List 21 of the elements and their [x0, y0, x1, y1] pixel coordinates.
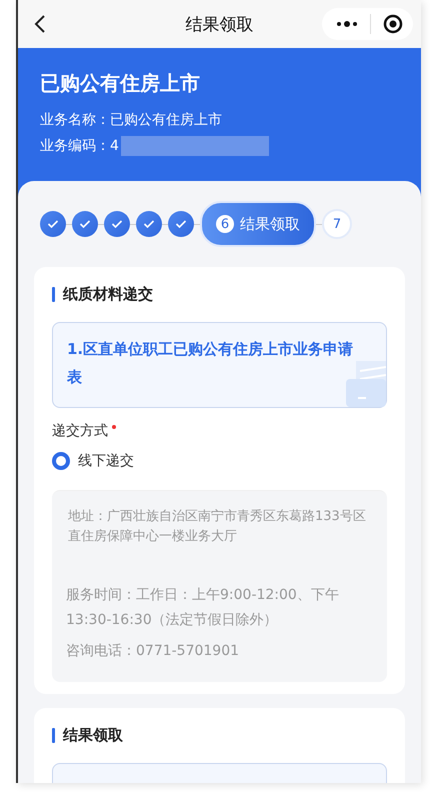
- name-label: 业务名称：: [40, 111, 110, 130]
- name-value: 已购公有住房上市: [110, 111, 222, 130]
- step-number: 7: [332, 216, 342, 232]
- address-text: 地址：广西壮族自治区南宁市青秀区东葛路133号区直住房保障中心一楼业务大厅: [67, 508, 367, 546]
- hours-text: 服务时间：工作日：上午9:00-12:00、下午13:30-16:30（法定节假日除外）: [66, 586, 340, 630]
- back-icon[interactable]: [34, 14, 46, 34]
- document-card[interactable]: 1.区直单位职工已购公有住房上市业务申请表: [52, 322, 387, 408]
- section-title: 结果领取: [63, 726, 123, 745]
- document-title: 1.区直单位职工已购公有住房上市业务申请表: [67, 339, 354, 388]
- code-value: 4: [110, 137, 119, 156]
- phone-text: 咨询电话：0771-5701901: [66, 642, 240, 661]
- step-label: 结果领取: [240, 214, 300, 234]
- close-icon[interactable]: [383, 14, 403, 34]
- radio-option[interactable]: 线下递交: [52, 452, 387, 470]
- service-title: 已购公有住房上市: [40, 70, 201, 97]
- step-number: 6: [216, 215, 234, 233]
- code-label: 业务编码：: [40, 137, 110, 156]
- section-title: 纸质材料递交: [63, 285, 153, 304]
- more-icon[interactable]: [336, 20, 358, 28]
- page-title: 结果领取: [186, 14, 254, 36]
- field-label: 递交方式: [52, 422, 108, 440]
